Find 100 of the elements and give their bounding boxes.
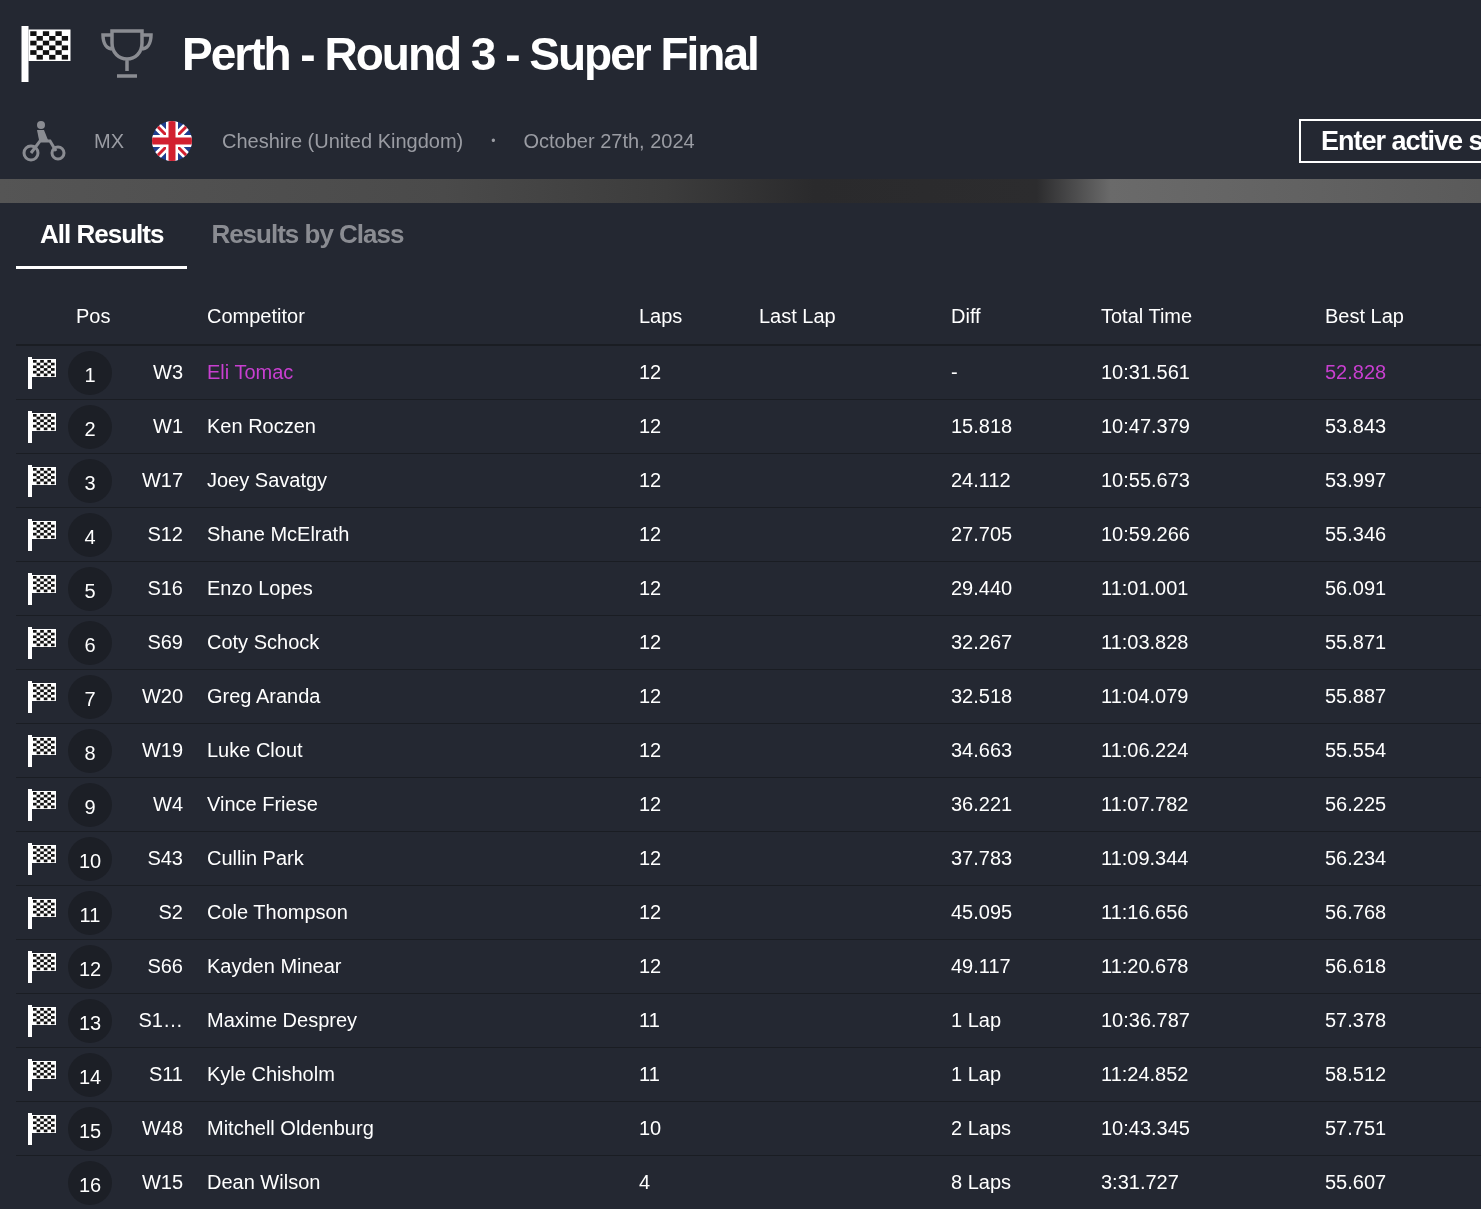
laps-cell-text: 12 — [639, 631, 663, 654]
column-header: Laps — [639, 305, 684, 328]
competitor-name: Maxime Desprey — [207, 1009, 359, 1032]
competitor-name: Luke Clout — [207, 739, 304, 762]
motorbike-rider-icon — [22, 120, 66, 162]
competitor-name: Enzo Lopes — [207, 577, 314, 600]
total-time-cell-text: 11:06.224 — [1101, 739, 1190, 762]
column-header: Diff — [951, 305, 982, 328]
best-lap-cell-text: 55.607 — [1325, 1171, 1388, 1194]
position-badge: 4 — [68, 512, 112, 557]
total-time-cell-text: 11:20.678 — [1101, 955, 1190, 978]
diff-cell-text: 1 Lap — [951, 1063, 1003, 1086]
laps-cell-text: 12 — [639, 847, 663, 870]
total-time-cell-text: 10:47.379 — [1101, 415, 1191, 438]
diff-cell-text: 37.783 — [951, 847, 1014, 870]
best-lap-cell-text: 55.346 — [1325, 523, 1388, 546]
position-badge: 6 — [68, 620, 112, 665]
competitor-name: Cullin Park — [207, 847, 305, 870]
diff-cell-text: - — [951, 361, 959, 384]
rider-number: W4 — [152, 793, 183, 816]
results-tab[interactable]: Results by Class — [187, 203, 428, 269]
rider-number: S16 — [146, 577, 183, 600]
rider-number: S43 — [146, 847, 183, 870]
diff-cell-text: 32.518 — [951, 685, 1014, 708]
column-header: Best Lap — [1325, 305, 1405, 328]
competitor-name: Mitchell Oldenburg — [207, 1117, 375, 1140]
competitor-name: Joey Savatgy — [207, 469, 329, 492]
position-badge: 10 — [68, 836, 112, 881]
best-lap-cell-text: 55.871 — [1325, 631, 1388, 654]
diff-cell-text: 36.221 — [951, 793, 1014, 816]
rider-number: W17 — [140, 469, 183, 492]
position-badge: 7 — [68, 674, 112, 719]
column-header: Competitor — [207, 305, 306, 328]
position-badge: 12 — [68, 944, 112, 989]
diff-cell-text: 24.112 — [951, 469, 1012, 492]
diff-cell-text: 8 Laps — [951, 1171, 1013, 1194]
laps-cell-text: 12 — [639, 577, 663, 600]
column-header: Last Lap — [759, 305, 837, 328]
competitor-name: Coty Schock — [207, 631, 321, 654]
column-header: Total Time — [1101, 305, 1194, 328]
total-time-cell-text: 10:43.345 — [1101, 1117, 1191, 1140]
rider-number: W19 — [140, 739, 183, 762]
rider-number: S1… — [137, 1009, 183, 1032]
position-badge: 15 — [68, 1106, 112, 1151]
rider-number: W15 — [140, 1171, 183, 1194]
position-badge: 13 — [68, 998, 112, 1043]
best-lap-cell-text: 52.828 — [1325, 361, 1388, 384]
competitor-name: Shane McElrath — [207, 523, 351, 546]
checkered-flag-icon — [20, 26, 72, 82]
competitor-name: Dean Wilson — [207, 1171, 322, 1194]
rider-number: S66 — [146, 955, 183, 978]
total-time-cell-text: 10:31.561 — [1101, 361, 1191, 384]
enter-active-screen-button[interactable]: Enter active s — [1299, 119, 1481, 163]
best-lap-cell-text: 53.997 — [1325, 469, 1388, 492]
location-label: Cheshire (United Kingdom) — [222, 129, 464, 153]
competitor-name: Vince Friese — [207, 793, 319, 816]
total-time-cell-text: 11:04.079 — [1101, 685, 1190, 708]
best-lap-cell-text: 56.618 — [1325, 955, 1388, 978]
rider-number: S11 — [147, 1063, 183, 1086]
diff-cell-text: 32.267 — [951, 631, 1014, 654]
total-time-cell-text: 11:09.344 — [1101, 847, 1190, 870]
diff-cell-text: 15.818 — [951, 415, 1014, 438]
laps-cell-text: 4 — [639, 1171, 652, 1194]
results-tab[interactable]: All Results — [16, 203, 188, 269]
laps-cell-text: 12 — [639, 361, 663, 384]
laps-cell-text: 12 — [639, 415, 663, 438]
position-badge: 16 — [68, 1160, 112, 1205]
diff-cell-text: 29.440 — [951, 577, 1014, 600]
united-kingdom-flag-icon — [152, 121, 192, 161]
position-badge: 1 — [68, 350, 112, 395]
rider-number: W3 — [152, 361, 183, 384]
total-time-cell-text: 3:31.727 — [1101, 1171, 1180, 1194]
diff-cell-text: 45.095 — [951, 901, 1014, 924]
best-lap-cell-text: 58.512 — [1325, 1063, 1388, 1086]
position-badge: 8 — [68, 728, 112, 773]
trophy-icon — [100, 28, 154, 80]
date-label: October 27th, 2024 — [523, 129, 695, 153]
diff-cell-text: 49.117 — [951, 955, 1012, 978]
position-badge: 3 — [68, 458, 112, 503]
laps-cell-text: 11 — [639, 1063, 661, 1086]
laps-cell-text: 12 — [639, 523, 663, 546]
category-label: MX — [94, 129, 124, 153]
race-title: Perth - Round 3 - Super Final — [182, 27, 758, 81]
rider-number: W20 — [140, 685, 183, 708]
best-lap-cell-text: 56.091 — [1325, 577, 1388, 600]
diff-cell-text: 34.663 — [951, 739, 1014, 762]
competitor-name: Ken Roczen — [207, 415, 317, 438]
best-lap-cell-text: 56.225 — [1325, 793, 1388, 816]
separator-dot: • — [491, 134, 496, 148]
laps-cell-text: 10 — [639, 1117, 663, 1140]
position-badge: 5 — [68, 566, 112, 611]
competitor-name: Cole Thompson — [207, 901, 349, 924]
diff-cell-text: 2 Laps — [951, 1117, 1013, 1140]
diff-cell-text: 27.705 — [951, 523, 1014, 546]
competitor-name: Kyle Chisholm — [207, 1063, 336, 1086]
laps-cell-text: 12 — [639, 793, 663, 816]
rider-number: S12 — [146, 523, 183, 546]
position-badge: 2 — [68, 404, 112, 449]
best-lap-cell-text: 56.234 — [1325, 847, 1388, 870]
laps-cell-text: 12 — [639, 901, 663, 924]
